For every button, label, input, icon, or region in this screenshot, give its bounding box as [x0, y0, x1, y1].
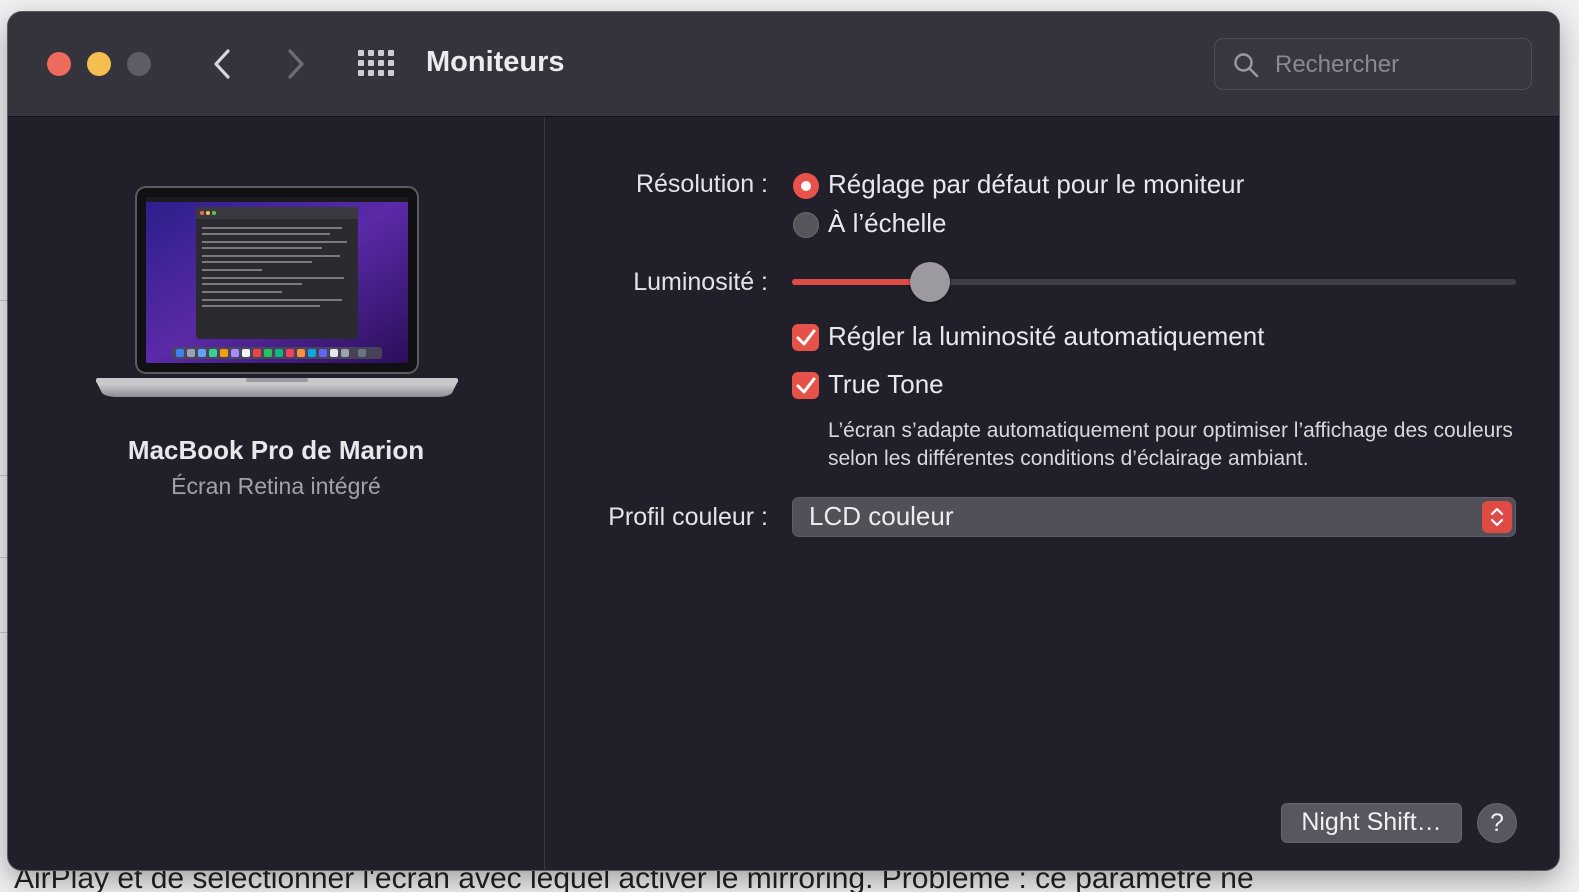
help-button[interactable]: ? — [1477, 803, 1517, 843]
brightness-slider[interactable] — [792, 262, 1516, 302]
resolution-label: Résolution : — [635, 170, 768, 198]
slider-knob[interactable] — [909, 262, 950, 302]
resolution-scaled-radio[interactable] — [793, 212, 819, 238]
search-icon — [1234, 53, 1259, 78]
window-title: Moniteurs — [426, 46, 565, 78]
back-button[interactable] — [204, 46, 240, 82]
zoom-window-button[interactable] — [127, 52, 151, 76]
select-arrows-icon — [1482, 501, 1512, 533]
resolution-scaled-label[interactable]: À l’échelle — [828, 208, 947, 239]
auto-brightness-label[interactable]: Régler la luminosité automatiquement — [828, 321, 1264, 352]
night-shift-button[interactable]: Night Shift… — [1281, 803, 1462, 843]
resolution-default-label[interactable]: Réglage par défaut pour le moniteur — [828, 169, 1244, 200]
search-field[interactable] — [1214, 38, 1532, 90]
show-all-grid-icon[interactable] — [358, 50, 396, 80]
brightness-label: Luminosité : — [633, 268, 768, 296]
device-name: MacBook Pro de Marion — [127, 435, 425, 465]
color-profile-label: Profil couleur : — [608, 503, 768, 531]
close-window-button[interactable] — [47, 52, 71, 76]
color-profile-select[interactable]: LCD couleur — [792, 497, 1516, 537]
forward-button[interactable] — [278, 46, 314, 82]
display-settings-panel: Résolution : Réglage par défaut pour le … — [545, 117, 1559, 870]
search-input[interactable] — [1273, 49, 1517, 81]
true-tone-label[interactable]: True Tone — [828, 369, 944, 400]
chevron-left-icon — [214, 49, 230, 79]
checkmark-icon — [796, 377, 815, 393]
true-tone-description: L’écran s’adapte automatiquement pour op… — [828, 419, 1513, 470]
resolution-default-radio[interactable] — [793, 173, 819, 199]
macbook-display-image — [96, 186, 458, 397]
chevron-right-icon — [288, 49, 304, 79]
color-profile-value: LCD couleur — [809, 501, 954, 531]
minimize-window-button[interactable] — [87, 52, 111, 76]
checkmark-icon — [796, 329, 815, 345]
true-tone-checkbox[interactable] — [792, 372, 819, 399]
auto-brightness-checkbox[interactable] — [792, 324, 819, 351]
title-bar: Moniteurs — [8, 12, 1559, 117]
device-subtitle: Écran Retina intégré — [171, 473, 381, 499]
slider-fill — [792, 279, 930, 285]
system-preferences-window: Moniteurs Rechercher MacBook Pro de Mari… — [8, 12, 1559, 870]
display-sidebar: MacBook Pro de Marion Écran Retina intég… — [8, 117, 545, 870]
